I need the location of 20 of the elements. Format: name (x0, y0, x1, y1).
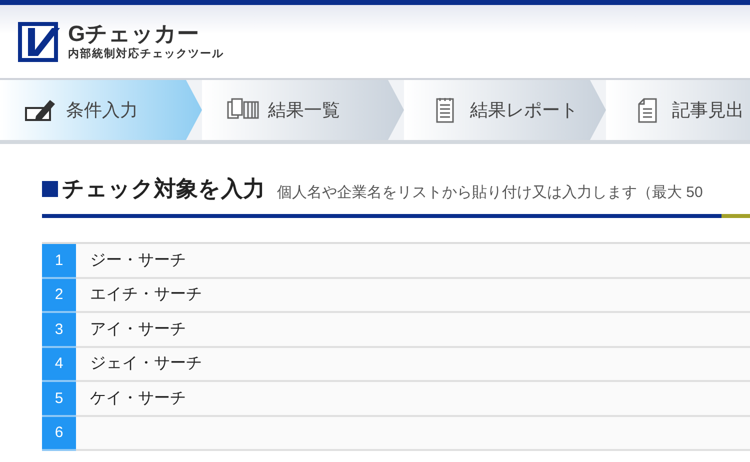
logo-subtitle: 内部統制対応チェックツール (68, 46, 224, 61)
row-number: 3 (42, 313, 76, 348)
input-field[interactable]: ジー・サーチ (76, 244, 750, 276)
row-number: 1 (42, 244, 76, 278)
logo-title: Gチェッカー (68, 22, 200, 46)
step-tab[interactable]: 結果一覧 (202, 80, 404, 140)
input-field[interactable]: エイチ・サーチ (76, 278, 750, 311)
section-title: チェック対象を入力 (42, 174, 265, 204)
input-field[interactable]: ケイ・サーチ (76, 382, 750, 414)
row-number: 6 (42, 416, 76, 451)
row-number: 5 (42, 382, 76, 416)
input-field[interactable]: ジェイ・サーチ (76, 348, 750, 380)
step-tab[interactable]: 記事見出 (606, 80, 750, 140)
checkmark-logo-icon (18, 22, 62, 62)
row-number: 2 (42, 278, 76, 313)
section-description: 個人名や企業名をリストから貼り付け又は入力します（最大 50 (277, 183, 703, 202)
step-tab[interactable]: 条件入力 (0, 80, 202, 140)
input-field[interactable]: アイ・サーチ (76, 313, 750, 346)
step-tab[interactable]: 結果レポート (404, 80, 606, 140)
row-number: 4 (42, 348, 76, 382)
